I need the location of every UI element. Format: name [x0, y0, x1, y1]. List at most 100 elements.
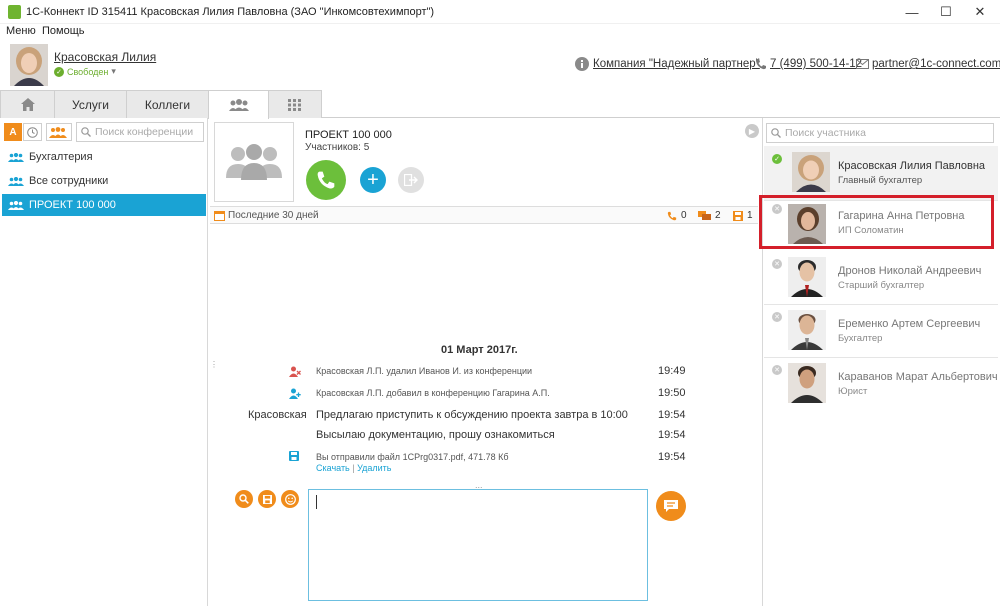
messages-count: 2 — [715, 210, 721, 221]
tab-home[interactable] — [0, 90, 55, 118]
participant-name: Еременко Артем Сергеевич — [838, 318, 981, 330]
user-avatar[interactable] — [10, 44, 48, 86]
participant-row[interactable]: ✕ Дронов Николай Андреевич Старший бухга… — [764, 251, 998, 305]
minimize-button[interactable]: — — [895, 0, 929, 24]
mail-icon — [856, 59, 869, 69]
add-participant-button[interactable]: + — [360, 167, 386, 193]
sort-recent-button[interactable] — [23, 123, 42, 141]
event-text: Красовская Л.П. удалил Иванов И. из конф… — [316, 366, 533, 376]
group-icon — [8, 176, 24, 186]
info-icon — [575, 57, 589, 71]
download-link[interactable]: Скачать — [316, 463, 350, 473]
grid-icon — [288, 98, 301, 111]
tab-apps[interactable] — [268, 90, 322, 118]
messages-counter[interactable]: 2 — [698, 210, 721, 221]
participant-row[interactable]: ✕ Караванов Марат Альбертович Юрист — [764, 357, 998, 411]
offline-icon: ✕ — [772, 365, 782, 375]
chevron-right-icon: ▶ — [748, 126, 756, 136]
participant-name: Красовская Лилия Павловна — [838, 160, 986, 172]
save-icon — [262, 494, 272, 504]
highlight-frame — [759, 195, 994, 249]
collapse-panel-button[interactable]: ▶ — [745, 124, 759, 138]
group-icon — [8, 152, 24, 162]
chevron-down-icon: ▾ — [111, 66, 116, 76]
menu-item-help[interactable]: Помощь — [42, 25, 85, 37]
email-link[interactable]: partner@1c-connect.com — [872, 58, 1000, 70]
chat-icon — [698, 210, 711, 220]
maximize-button[interactable]: ☐ — [929, 0, 963, 24]
conference-item-all-staff[interactable]: Все сотрудники — [2, 170, 206, 192]
participant-photo — [788, 310, 826, 350]
file-actions-separator: | — [352, 463, 355, 473]
search-icon — [239, 494, 249, 504]
conference-search-input[interactable]: Поиск конференции — [76, 122, 204, 142]
conference-label: ПРОЕКТ 100 000 — [29, 199, 116, 211]
title-bar: 1С-Коннект ID 315411 Красовская Лилия Па… — [0, 0, 1000, 24]
message-time: 19:54 — [658, 409, 686, 421]
group-add-icon — [49, 126, 67, 138]
participant-row[interactable]: ✕ Еременко Артем Сергеевич Бухгалтер — [764, 304, 998, 358]
plus-icon: + — [367, 169, 379, 191]
exit-icon — [404, 174, 418, 186]
chat-date-header: 01 Март 2017г. — [441, 344, 518, 356]
conference-item-accounting[interactable]: Бухгалтерия — [2, 146, 206, 168]
tab-services[interactable]: Услуги — [54, 90, 127, 118]
emoji-button[interactable] — [281, 490, 299, 508]
event-text: Красовская Л.П. добавил в конференцию Га… — [316, 388, 550, 398]
clock-icon — [27, 126, 38, 138]
conference-title: ПРОЕКТ 100 000 — [305, 129, 392, 141]
online-check-icon: ✓ — [772, 154, 782, 164]
menu-item-menu[interactable]: Меню — [6, 25, 36, 37]
file-event-time: 19:54 — [658, 451, 686, 463]
tab-conferences[interactable] — [208, 90, 269, 119]
file-icon — [289, 451, 299, 461]
phone-link[interactable]: 7 (499) 500-14-12 — [770, 58, 862, 70]
menu-bar: Меню Помощь — [0, 24, 1000, 40]
search-icon — [771, 128, 781, 138]
send-file-button[interactable] — [258, 490, 276, 508]
message-sender: Красовская — [248, 409, 307, 421]
close-button[interactable]: ✕ — [963, 0, 997, 24]
calendar-icon — [214, 210, 225, 221]
user-remove-icon — [289, 366, 301, 377]
group-icon — [228, 99, 249, 111]
call-button[interactable] — [306, 160, 346, 200]
participant-row[interactable]: ✓ Красовская Лилия Павловна Главный бухг… — [764, 146, 998, 200]
message-input[interactable] — [308, 489, 648, 601]
company-link[interactable]: Компания "Надежный партнер" — [593, 58, 760, 70]
new-conference-button[interactable] — [46, 123, 72, 141]
participant-role: Старший бухгалтер — [838, 280, 925, 291]
event-time: 19:49 — [658, 365, 686, 377]
window-title: 1С-Коннект ID 315411 Красовская Лилия Па… — [26, 6, 435, 18]
smile-icon — [284, 493, 296, 505]
group-icon — [226, 144, 282, 180]
offline-icon: ✕ — [772, 259, 782, 269]
participant-search-input[interactable]: Поиск участника — [766, 123, 994, 143]
phone-icon — [317, 171, 335, 189]
phone-icon — [755, 58, 767, 70]
leave-conference-button[interactable] — [398, 167, 424, 193]
phone-icon — [667, 211, 677, 220]
participant-role: Бухгалтер — [838, 333, 883, 344]
user-name-link[interactable]: Красовская Лилия — [54, 50, 156, 64]
period-selector[interactable]: Последние 30 дней — [228, 210, 319, 221]
status-selector[interactable]: ✓ Свободен ▾ — [54, 66, 116, 77]
tab-colleagues[interactable]: Коллеги — [126, 90, 209, 118]
calls-counter[interactable]: 0 — [667, 210, 687, 221]
message-time: 19:54 — [658, 429, 686, 441]
sort-alpha-button[interactable]: А — [4, 123, 22, 141]
search-icon — [81, 127, 91, 137]
send-message-button[interactable] — [656, 491, 686, 521]
splitter-left[interactable]: ⋮ — [210, 360, 218, 369]
message-text: Предлагаю приступить к обсуждению проект… — [316, 409, 628, 421]
status-label: Свободен — [67, 66, 109, 77]
files-counter[interactable]: 1 — [733, 210, 753, 221]
conference-item-project[interactable]: ПРОЕКТ 100 000 — [2, 194, 206, 216]
participant-photo — [792, 152, 830, 192]
home-icon — [20, 98, 35, 111]
chat-bubble-icon — [664, 500, 678, 512]
app-logo-icon — [8, 5, 21, 19]
conference-label: Все сотрудники — [29, 175, 109, 187]
search-history-button[interactable] — [235, 490, 253, 508]
delete-link[interactable]: Удалить — [357, 463, 391, 473]
